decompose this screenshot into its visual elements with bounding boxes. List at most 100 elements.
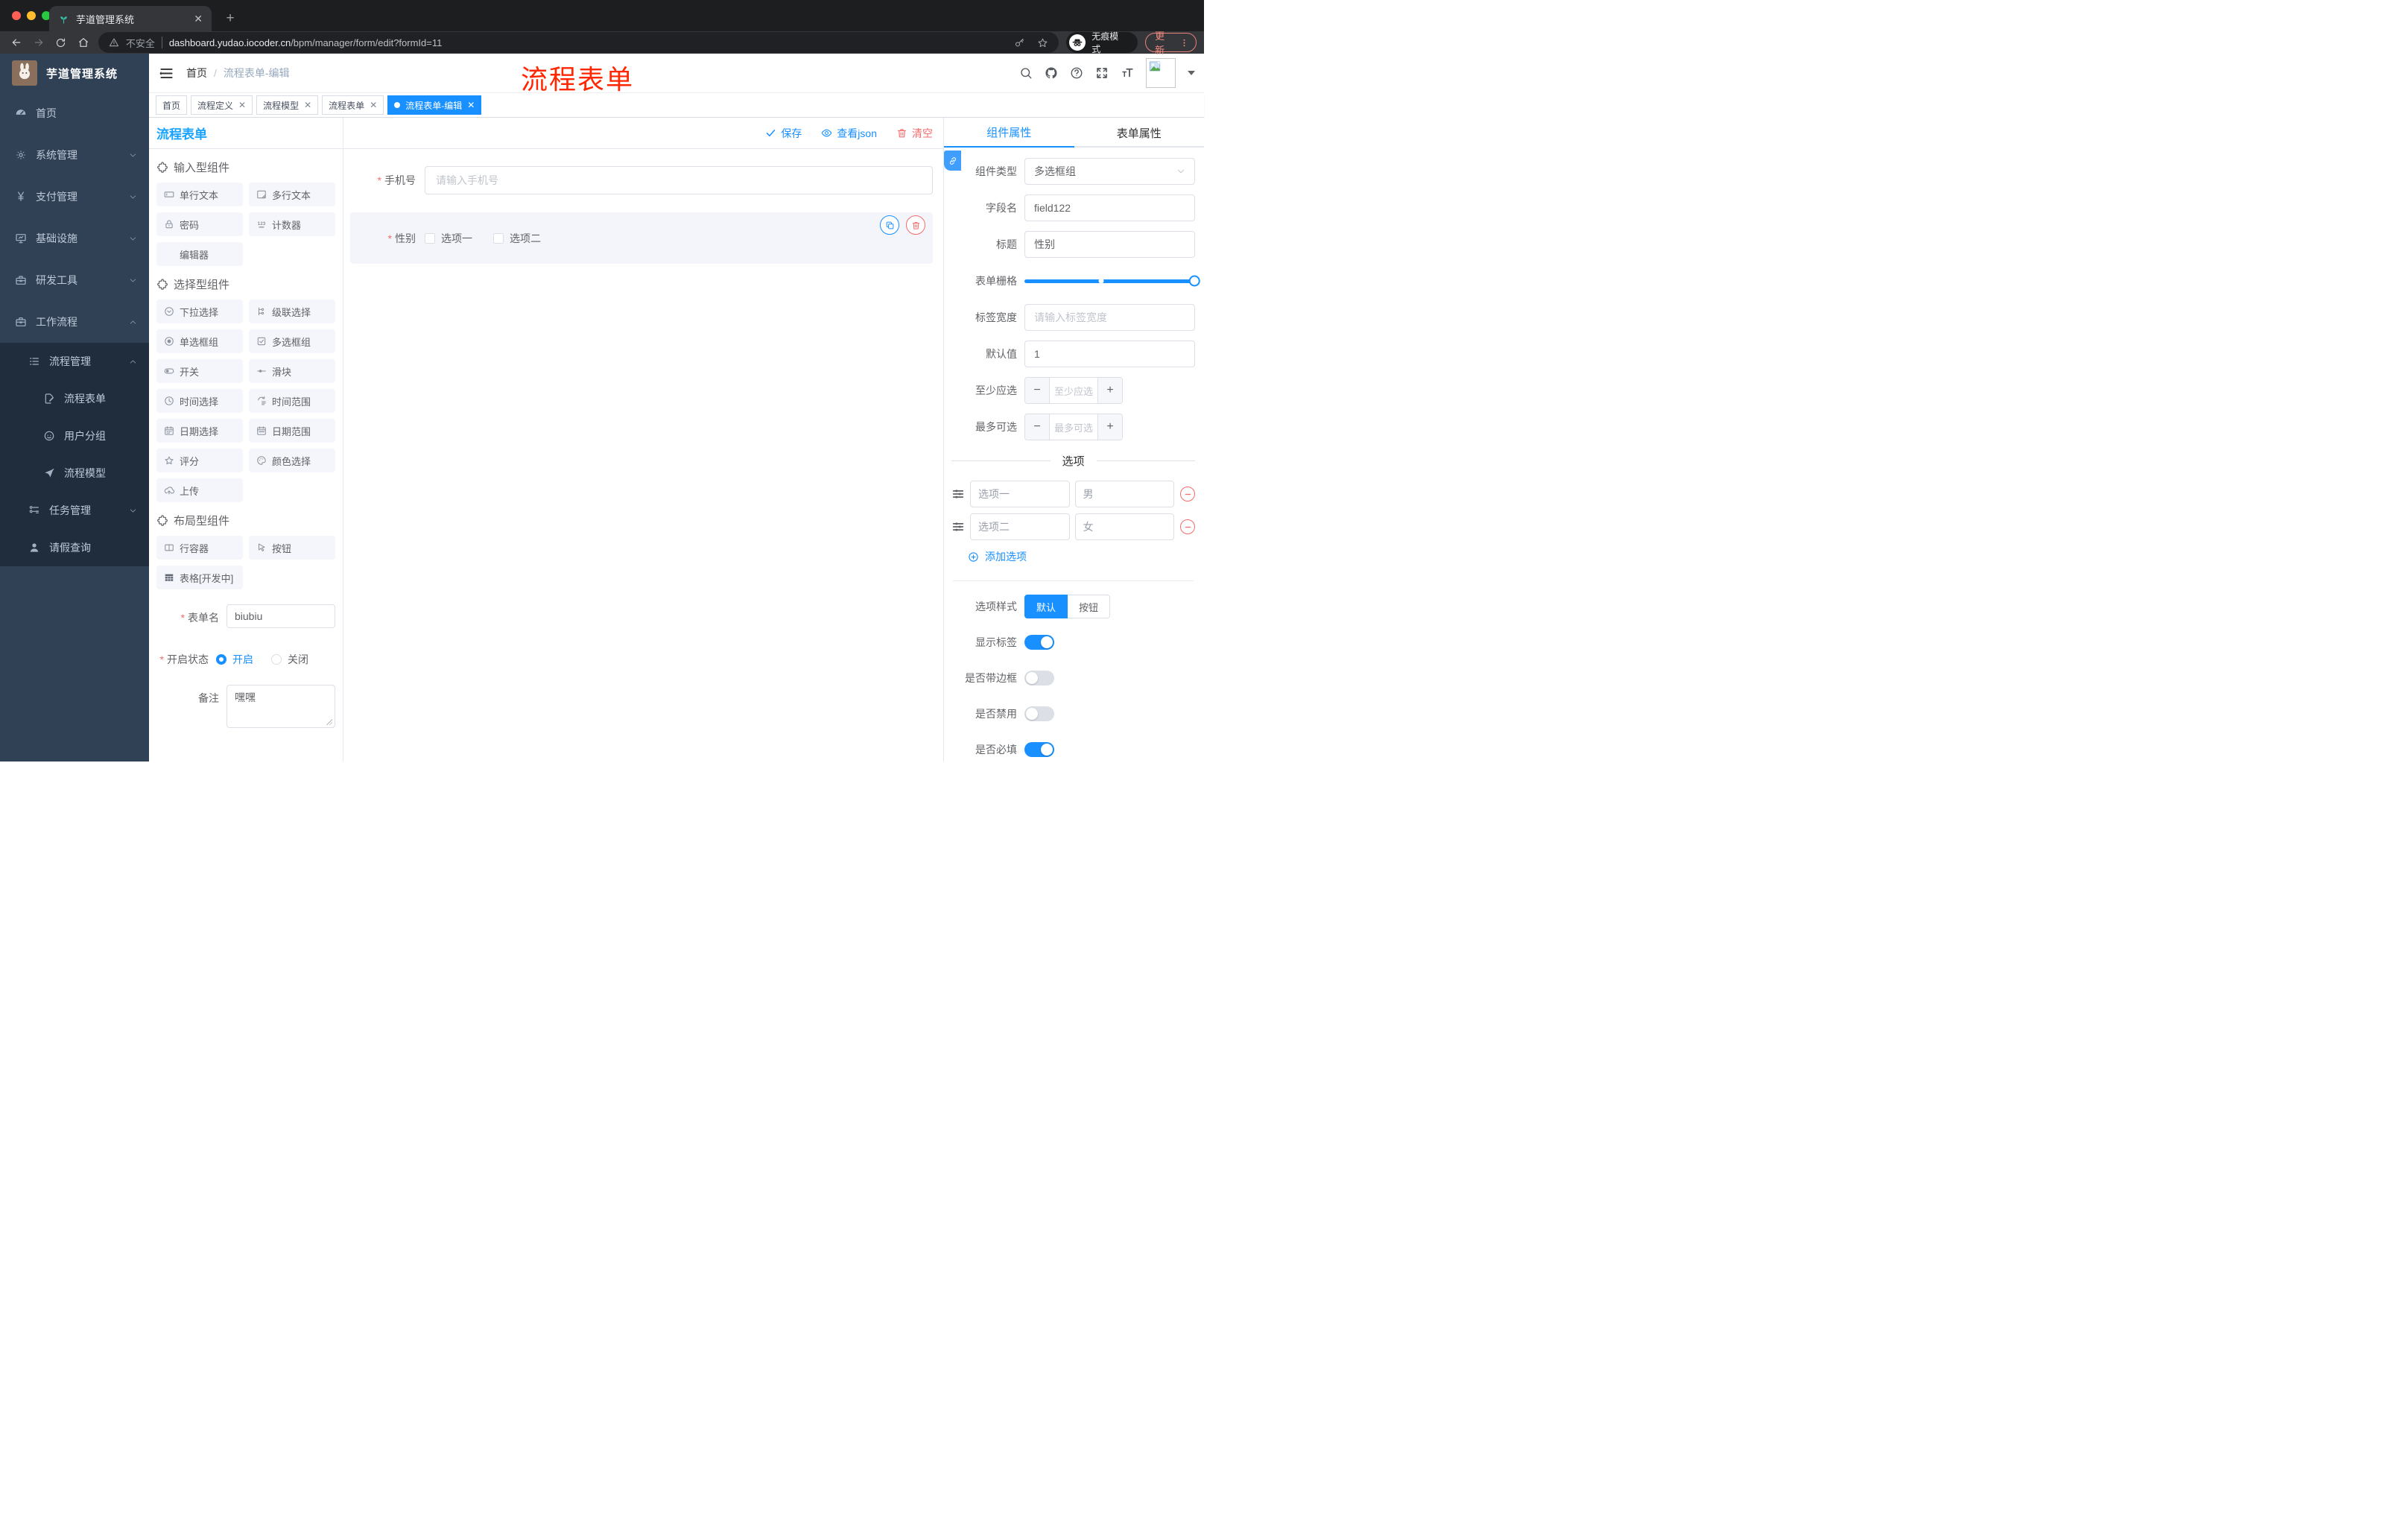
sidebar-item-workflow[interactable]: 工作流程	[0, 301, 149, 343]
copy-component-button[interactable]	[880, 215, 899, 235]
palette-item-cascader[interactable]: 级联选择	[249, 300, 335, 323]
checkbox[interactable]	[493, 232, 504, 244]
link-tag-button[interactable]	[944, 151, 961, 171]
decrease-button[interactable]: −	[1025, 414, 1049, 440]
min-select-input[interactable]: 至少应选	[1049, 378, 1098, 403]
palette-item-slider[interactable]: 滑块	[249, 359, 335, 383]
palette-item-radio-group[interactable]: 单选框组	[156, 329, 243, 353]
minimize-window-button[interactable]	[27, 11, 36, 20]
bookmark-star-icon[interactable]	[1037, 37, 1048, 48]
sidebar-item-process-mgmt[interactable]: 流程管理	[0, 343, 149, 380]
sidebar-item-user-group[interactable]: 用户分组	[0, 417, 149, 455]
avatar[interactable]	[1146, 58, 1176, 88]
sidebar-item-payment[interactable]: 支付管理	[0, 176, 149, 218]
remove-option-button[interactable]	[1180, 519, 1195, 534]
sidebar-item-process-model[interactable]: 流程模型	[0, 455, 149, 492]
close-icon[interactable]: ✕	[370, 100, 377, 110]
sidebar-item-process-form[interactable]: 流程表单	[0, 380, 149, 417]
save-button[interactable]: 保存	[765, 126, 802, 141]
option-1-label-input[interactable]: 选项一	[970, 481, 1070, 507]
palette-item-date-range[interactable]: 日期范围	[249, 419, 335, 443]
browser-tab[interactable]: 芋道管理系统 ✕	[49, 6, 212, 31]
drag-handle-icon[interactable]	[951, 520, 965, 533]
border-switch[interactable]	[1024, 671, 1054, 685]
tag-process-form[interactable]: 流程表单 ✕	[322, 95, 384, 115]
close-window-button[interactable]	[12, 11, 21, 20]
label-width-input[interactable]: 请输入标签宽度	[1024, 304, 1195, 331]
github-icon[interactable]	[1045, 66, 1058, 80]
fullscreen-icon[interactable]	[1095, 66, 1109, 80]
url-bar[interactable]: 不安全 dashboard.yudao.iocoder.cn/bpm/manag…	[98, 32, 1059, 53]
palette-item-checkbox-group[interactable]: 多选框组	[249, 329, 335, 353]
canvas-field-phone[interactable]: 手机号 请输入手机号	[350, 166, 933, 194]
palette-item-row-container[interactable]: 行容器	[156, 536, 243, 560]
palette-item-rate[interactable]: 评分	[156, 449, 243, 472]
gender-option-2[interactable]: 选项二	[493, 231, 541, 246]
palette-item-button[interactable]: 按钮	[249, 536, 335, 560]
close-icon[interactable]: ✕	[304, 100, 311, 110]
tab-form-props[interactable]: 表单属性	[1074, 118, 1205, 148]
sidebar-item-devtools[interactable]: 研发工具	[0, 259, 149, 301]
max-select-stepper[interactable]: − 最多可选 +	[1024, 414, 1123, 440]
tag-home[interactable]: 首页	[156, 95, 188, 115]
palette-item-password[interactable]: 密码	[156, 212, 243, 236]
back-button[interactable]	[7, 34, 25, 51]
increase-button[interactable]: +	[1098, 378, 1122, 403]
style-button-button[interactable]: 按钮	[1068, 595, 1111, 618]
browser-menu-icon[interactable]	[1179, 38, 1189, 48]
tag-process-form-edit[interactable]: 流程表单-编辑 ✕	[387, 95, 482, 115]
palette-item-counter[interactable]: 123 计数器	[249, 212, 335, 236]
search-icon[interactable]	[1019, 66, 1033, 80]
caret-down-icon[interactable]	[1188, 71, 1195, 75]
title-input[interactable]: 性别	[1024, 231, 1195, 258]
view-json-button[interactable]: 查看json	[821, 126, 877, 141]
slider-handle[interactable]	[1188, 275, 1200, 287]
option-2-label-input[interactable]: 选项二	[970, 513, 1070, 540]
phone-input[interactable]: 请输入手机号	[425, 166, 933, 194]
close-icon[interactable]: ✕	[238, 100, 246, 110]
palette-item-upload[interactable]: 上传	[156, 478, 243, 502]
palette-item-select[interactable]: 下拉选择	[156, 300, 243, 323]
breadcrumb-home[interactable]: 首页	[186, 66, 207, 80]
form-name-input[interactable]: biubiu	[226, 604, 335, 628]
status-radio-off[interactable]: 关闭	[271, 652, 308, 667]
min-select-stepper[interactable]: − 至少应选 +	[1024, 377, 1123, 404]
option-1-value-input[interactable]: 男	[1074, 481, 1174, 507]
option-2-value-input[interactable]: 女	[1074, 513, 1174, 540]
increase-button[interactable]: +	[1098, 414, 1122, 440]
close-icon[interactable]: ✕	[467, 100, 475, 110]
sidebar-item-leave-query[interactable]: 请假查询	[0, 529, 149, 566]
tab-component-props[interactable]: 组件属性	[944, 118, 1074, 148]
gender-option-1[interactable]: 选项一	[425, 231, 472, 246]
sidebar-item-home[interactable]: 首页	[0, 92, 149, 134]
palette-item-single-text[interactable]: 单行文本	[156, 183, 243, 206]
palette-item-date[interactable]: 日期选择	[156, 419, 243, 443]
palette-item-multi-text[interactable]: 多行文本	[249, 183, 335, 206]
help-icon[interactable]	[1070, 66, 1083, 80]
disabled-switch[interactable]	[1024, 706, 1054, 721]
home-button[interactable]	[75, 34, 92, 51]
field-name-input[interactable]: field122	[1024, 194, 1195, 221]
form-remark-textarea[interactable]: 嘿嘿	[226, 685, 335, 728]
close-tab-icon[interactable]: ✕	[194, 13, 203, 25]
palette-item-editor[interactable]: 编辑器	[156, 242, 243, 266]
add-option-button[interactable]: 添加选项	[968, 549, 1195, 564]
tag-process-definition[interactable]: 流程定义 ✕	[191, 95, 253, 115]
tag-process-model[interactable]: 流程模型 ✕	[256, 95, 319, 115]
key-icon[interactable]	[1014, 37, 1025, 48]
sidebar-item-infra[interactable]: 基础设施	[0, 218, 149, 259]
update-button[interactable]: 更新	[1145, 31, 1197, 56]
default-value-input[interactable]: 1	[1024, 341, 1195, 367]
drag-handle-icon[interactable]	[951, 487, 965, 501]
window-controls[interactable]	[12, 11, 51, 20]
text-size-icon[interactable]	[1121, 66, 1134, 80]
form-canvas[interactable]: 手机号 请输入手机号 性别 选项一 选项二	[343, 149, 943, 762]
sidebar-logo[interactable]: 芋道管理系统	[0, 54, 149, 92]
clear-button[interactable]: 清空	[896, 126, 933, 141]
required-switch[interactable]	[1024, 742, 1054, 757]
new-tab-button[interactable]: +	[222, 10, 238, 27]
sidebar-item-task-mgmt[interactable]: 任务管理	[0, 492, 149, 529]
component-type-select[interactable]: 多选框组	[1024, 158, 1195, 185]
decrease-button[interactable]: −	[1025, 378, 1049, 403]
canvas-field-gender-selected[interactable]: 性别 选项一 选项二	[350, 212, 933, 264]
